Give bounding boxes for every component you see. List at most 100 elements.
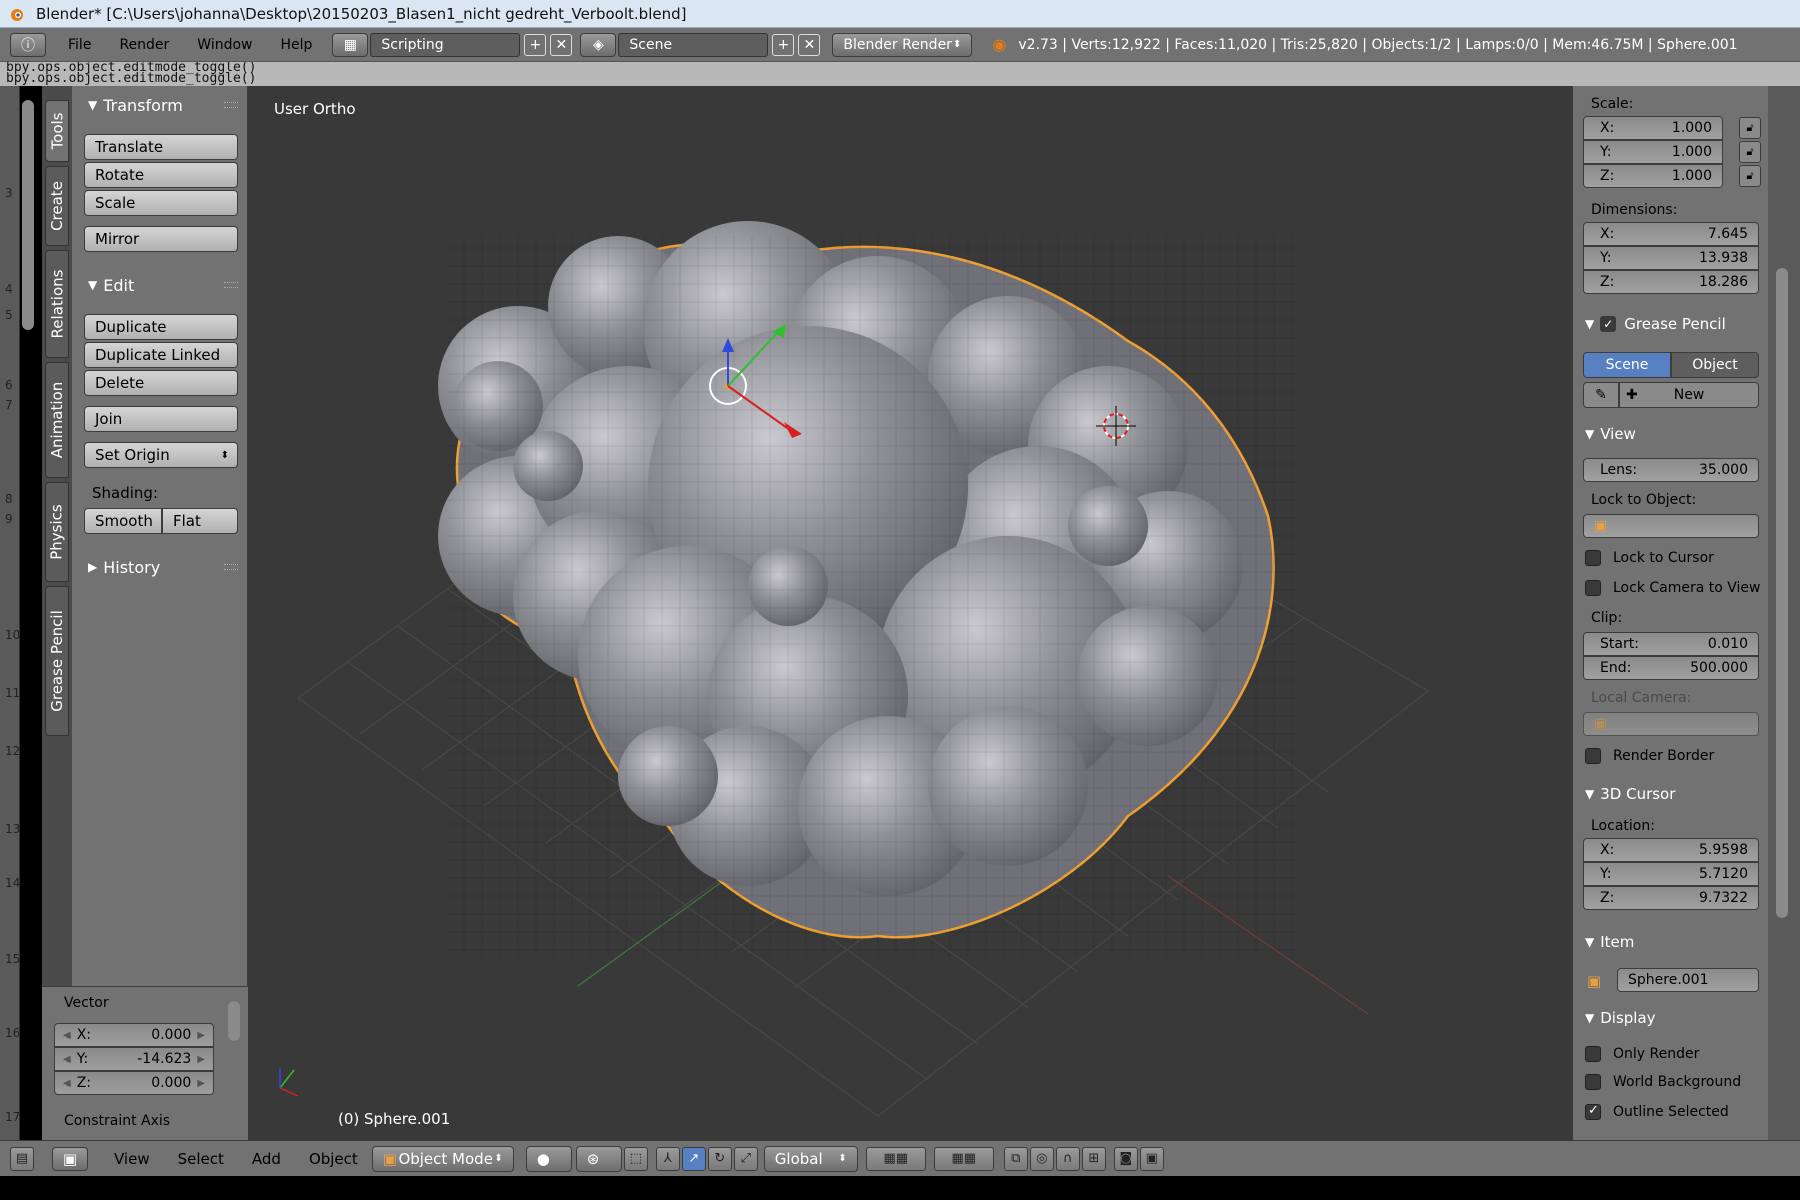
join-button[interactable]: Join xyxy=(84,406,238,432)
scale-manipulator-icon[interactable]: ⤢ xyxy=(733,1146,758,1171)
left-scrollbar[interactable] xyxy=(22,100,34,330)
tab-animation[interactable]: Animation xyxy=(45,362,69,478)
item-name-field[interactable]: Sphere.001 xyxy=(1617,968,1759,992)
layer-lock-icon[interactable]: ⧉ xyxy=(1003,1146,1028,1171)
clip-start-field[interactable]: Start: 0.010 xyxy=(1583,632,1759,656)
tab-tools[interactable]: Tools xyxy=(45,100,69,162)
grip-icon[interactable] xyxy=(224,564,238,570)
edit-panel-header[interactable]: ▼ Edit xyxy=(72,270,248,300)
dimensions-z-field[interactable]: Z: 18.286 xyxy=(1583,270,1759,294)
dimensions-y-field[interactable]: Y: 13.938 xyxy=(1583,246,1759,270)
lock-camera-checkbox[interactable] xyxy=(1585,580,1601,596)
properties-scrollbar[interactable] xyxy=(1776,268,1788,918)
proportional-edit-icon[interactable]: ◎ xyxy=(1029,1146,1054,1171)
magnet-icon[interactable]: ∩ xyxy=(1055,1146,1080,1171)
scale-y-field[interactable]: Y: 1.000 xyxy=(1583,140,1723,164)
scene-layers-icon[interactable]: ▦▦ xyxy=(865,1146,926,1171)
tab-physics[interactable]: Physics xyxy=(45,482,69,582)
tab-create[interactable]: Create xyxy=(45,166,69,246)
lens-field[interactable]: Lens: 35.000 xyxy=(1583,458,1759,482)
cursor-y-field[interactable]: Y: 5.7120 xyxy=(1583,862,1759,886)
render-border-checkbox[interactable] xyxy=(1585,748,1601,764)
layout-name-field[interactable]: Scripting xyxy=(370,32,521,57)
display-panel-header[interactable]: ▼ Display xyxy=(1573,1004,1769,1032)
mirror-button[interactable]: Mirror xyxy=(84,226,238,252)
scene-browse-button[interactable]: ◈ xyxy=(580,32,617,57)
menu-help[interactable]: Help xyxy=(266,37,326,53)
viewport-shading-dropdown[interactable]: ● xyxy=(525,1145,572,1172)
duplicate-button[interactable]: Duplicate xyxy=(84,314,238,340)
menu-view[interactable]: View xyxy=(100,1150,164,1168)
vector-x-field[interactable]: ◀ X: 0.000 ▶ xyxy=(54,1023,214,1047)
duplicate-linked-button[interactable]: Duplicate Linked xyxy=(84,342,238,368)
world-background-checkbox[interactable] xyxy=(1585,1074,1601,1090)
lock-icon[interactable]: 🔓︎ xyxy=(1739,141,1761,163)
translate-manipulator-icon[interactable]: ↗ xyxy=(681,1146,706,1171)
menu-window[interactable]: Window xyxy=(183,37,266,53)
gp-object-button[interactable]: Object xyxy=(1671,352,1759,378)
smooth-button[interactable]: Smooth xyxy=(84,508,162,534)
grease-pencil-checkbox[interactable]: ✓ xyxy=(1600,316,1617,332)
lock-object-field[interactable]: ▣ xyxy=(1583,514,1759,538)
grease-pencil-panel-header[interactable]: ▼ ✓ Grease Pencil xyxy=(1573,310,1769,338)
lock-to-cursor-checkbox[interactable] xyxy=(1585,550,1601,566)
view-type-button[interactable]: ▣ xyxy=(52,1146,88,1171)
object-mode-dropdown[interactable]: ▣ Object Mode ⬍ xyxy=(371,1145,514,1172)
vector-y-field[interactable]: ◀ Y: -14.623 ▶ xyxy=(54,1047,214,1071)
item-panel-header[interactable]: ▼ Item xyxy=(1573,928,1769,956)
dimensions-x-field[interactable]: X: 7.645 xyxy=(1583,222,1759,246)
scene-name-field[interactable]: Scene xyxy=(618,32,769,57)
set-origin-dropdown[interactable]: Set Origin ⬍ xyxy=(84,442,238,468)
editor-type-icon[interactable]: ▤ xyxy=(10,1146,34,1171)
outline-selected-checkbox[interactable] xyxy=(1585,1103,1601,1120)
lock-icon[interactable]: 🔓︎ xyxy=(1739,117,1761,139)
layout-browse-button[interactable]: ▦ xyxy=(332,32,369,57)
delete-button[interactable]: Delete xyxy=(84,370,238,396)
flat-button[interactable]: Flat xyxy=(162,508,238,534)
operator-scrollbar[interactable] xyxy=(228,1001,240,1041)
gp-scene-button[interactable]: Scene xyxy=(1583,352,1671,378)
snap-element-icon[interactable]: ⊞ xyxy=(1081,1146,1106,1171)
gp-new-button[interactable]: ✚ New xyxy=(1619,382,1759,408)
clip-end-field[interactable]: End: 500.000 xyxy=(1583,656,1759,680)
render-camera-icon[interactable]: ◙ xyxy=(1113,1146,1138,1171)
only-render-checkbox[interactable] xyxy=(1585,1046,1601,1062)
menu-object[interactable]: Object xyxy=(295,1150,372,1168)
scale-z-field[interactable]: Z: 1.000 xyxy=(1583,164,1723,188)
transform-panel-header[interactable]: ▼ Transform xyxy=(72,90,248,120)
rotate-manipulator-icon[interactable]: ↻ xyxy=(707,1146,732,1171)
menu-select[interactable]: Select xyxy=(164,1150,238,1168)
menu-render[interactable]: Render xyxy=(105,37,183,53)
rotate-button[interactable]: Rotate xyxy=(84,162,238,188)
render-engine-dropdown[interactable]: Blender Render ⬍ xyxy=(832,32,973,57)
history-panel-header[interactable]: ▶ History xyxy=(72,552,248,582)
cursor-z-field[interactable]: Z: 9.7322 xyxy=(1583,886,1759,910)
manipulator-toggle-icon[interactable]: ⅄ xyxy=(655,1146,680,1171)
pivot-point-dropdown[interactable]: ⊛ xyxy=(575,1145,622,1172)
grip-icon[interactable] xyxy=(224,102,238,108)
grip-icon[interactable] xyxy=(224,282,238,288)
vector-z-field[interactable]: ◀ Z: 0.000 ▶ xyxy=(54,1071,214,1095)
delete-scene-icon[interactable]: ✕ xyxy=(798,33,821,56)
add-scene-icon[interactable]: + xyxy=(772,33,795,56)
lock-icon[interactable]: 🔓︎ xyxy=(1739,165,1761,187)
scale-button[interactable]: Scale xyxy=(84,190,238,216)
gp-pencil-icon[interactable]: ✎ xyxy=(1583,382,1619,408)
add-layout-icon[interactable]: + xyxy=(524,33,547,56)
tab-grease-pencil[interactable]: Grease Pencil xyxy=(45,586,69,736)
menu-add[interactable]: Add xyxy=(238,1150,295,1168)
view-panel-header[interactable]: ▼ View xyxy=(1573,420,1769,448)
cursor-x-field[interactable]: X: 5.9598 xyxy=(1583,838,1759,862)
transform-orientation-dropdown[interactable]: Global ⬍ xyxy=(763,1145,858,1172)
sphere-cluster-object[interactable] xyxy=(438,221,1298,956)
render-anim-icon[interactable]: ▣ xyxy=(1139,1146,1164,1171)
delete-layout-icon[interactable]: ✕ xyxy=(550,33,573,56)
tab-relations[interactable]: Relations xyxy=(45,250,69,358)
editor-type-button[interactable]: ⓘ xyxy=(10,32,46,57)
3d-viewport[interactable]: User Ortho (0) Sphere.001 xyxy=(248,86,1572,1140)
scale-x-field[interactable]: X: 1.000 xyxy=(1583,116,1723,140)
translate-button[interactable]: Translate xyxy=(84,134,238,160)
menu-file[interactable]: File xyxy=(54,37,105,53)
scene-layers-icon[interactable]: ▦▦ xyxy=(933,1146,994,1171)
3d-cursor-panel-header[interactable]: ▼ 3D Cursor xyxy=(1573,780,1769,808)
